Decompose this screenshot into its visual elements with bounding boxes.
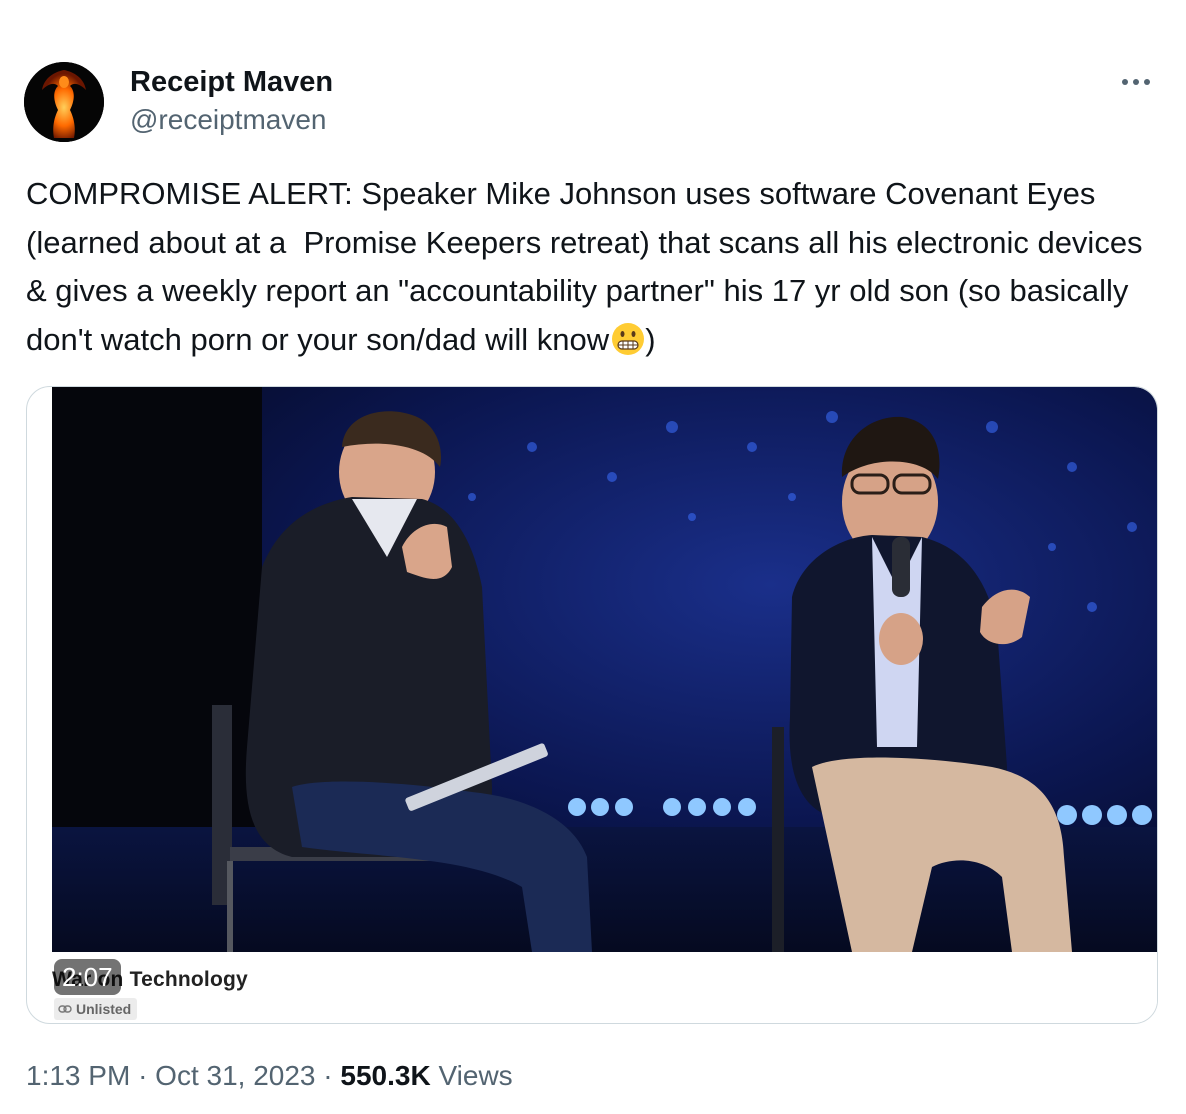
video-duration-badge: 2:07 [54, 959, 121, 995]
link-icon [58, 1005, 72, 1013]
tweet-text: COMPROMISE ALERT: Speaker Mike Johnson u… [26, 170, 1156, 364]
more-options-button[interactable] [1116, 70, 1156, 94]
video-player[interactable] [52, 387, 1157, 952]
views-count[interactable]: 550.3K [340, 1060, 430, 1091]
tweet-meta: 1:13 PM · Oct 31, 2023 · 550.3K Views [26, 1056, 513, 1096]
tweet-date[interactable]: Oct 31, 2023 [155, 1060, 315, 1091]
meta-separator: · [138, 1060, 148, 1091]
more-horizontal-icon [1122, 79, 1150, 85]
video-frame-image [52, 387, 1157, 952]
tweet-body: COMPROMISE ALERT: Speaker Mike Johnson u… [26, 176, 1152, 357]
video-caption-bar: War on Technology Unlisted [52, 952, 1157, 1023]
tweet-header: Receipt Maven @receiptmaven [24, 60, 1160, 144]
author-avatar[interactable] [24, 62, 104, 142]
grimacing-face-emoji-icon [611, 322, 645, 356]
flame-dancer-avatar-icon [24, 62, 104, 142]
author-display-name[interactable]: Receipt Maven [130, 64, 333, 100]
tweet-time[interactable]: 1:13 PM [26, 1060, 130, 1091]
meta-separator: · [323, 1060, 333, 1091]
tweet-text-end: ) [645, 321, 656, 357]
author-handle[interactable]: @receiptmaven [130, 102, 333, 138]
video-media-card[interactable]: War on Technology Unlisted 2:07 [26, 386, 1158, 1024]
views-label: Views [438, 1060, 513, 1091]
unlisted-badge: Unlisted [54, 998, 138, 1020]
unlisted-label: Unlisted [76, 1001, 132, 1017]
